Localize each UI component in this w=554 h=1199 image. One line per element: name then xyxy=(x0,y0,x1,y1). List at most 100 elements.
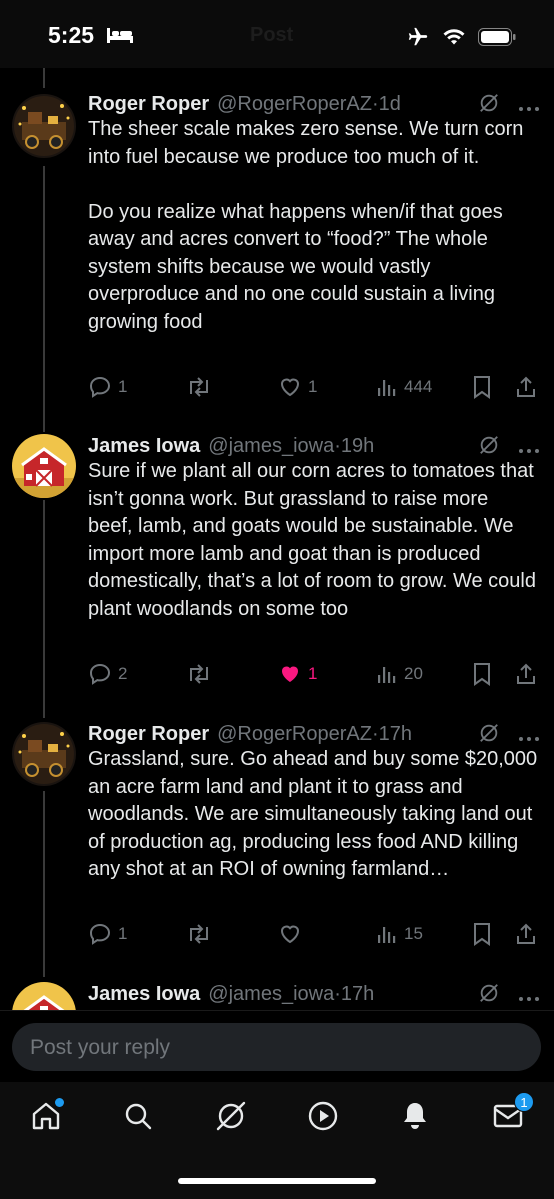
views-icon xyxy=(378,667,396,683)
tab-video[interactable] xyxy=(299,1096,347,1136)
post-actions: 1 15 xyxy=(88,919,540,949)
repost-button[interactable] xyxy=(186,919,218,949)
reply-placeholder: Post your reply xyxy=(30,1036,171,1059)
tab-messages[interactable]: 1 xyxy=(484,1092,534,1136)
post-header: James Iowa @james_iowa ·19h xyxy=(88,432,540,460)
author-handle[interactable]: @james_iowa xyxy=(208,435,334,458)
author-handle[interactable]: @RogerRoperAZ xyxy=(217,93,372,116)
reply-input[interactable]: Post your reply xyxy=(12,1023,541,1071)
more-icon[interactable] xyxy=(518,985,540,1008)
bookmark-button[interactable] xyxy=(472,659,492,689)
reply-composer: Post your reply xyxy=(0,1010,554,1082)
wifi-icon xyxy=(442,28,466,51)
post[interactable]: Roger Roper @RogerRoperAZ ·17h Grassland… xyxy=(0,720,554,960)
views-count: 20 xyxy=(404,664,423,683)
repost-icon xyxy=(190,377,208,397)
tab-search[interactable] xyxy=(114,1096,162,1136)
header-title: Post xyxy=(250,24,294,46)
views-button[interactable]: 444 xyxy=(376,372,432,402)
avatar[interactable] xyxy=(12,722,76,786)
grok-icon xyxy=(216,1101,246,1131)
author-name[interactable]: Roger Roper xyxy=(88,723,209,746)
post-actions: 1 1 444 xyxy=(88,372,540,402)
more-icon[interactable] xyxy=(518,95,540,118)
views-icon xyxy=(378,927,396,943)
bookmark-icon xyxy=(474,923,490,946)
like-count: 1 xyxy=(308,664,318,683)
airplane-icon xyxy=(406,26,430,53)
avatar[interactable] xyxy=(12,982,76,1010)
author-name[interactable]: James Iowa xyxy=(88,435,200,458)
tab-grok[interactable] xyxy=(207,1096,255,1136)
more-icon[interactable] xyxy=(518,725,540,748)
author-name[interactable]: James Iowa xyxy=(88,983,200,1006)
reply-count: 1 xyxy=(118,924,128,943)
reply-button[interactable]: 1 xyxy=(88,372,127,402)
post[interactable]: James Iowa @james_iowa ·17h xyxy=(0,980,554,1010)
reply-button[interactable]: 1 xyxy=(88,919,127,949)
author-handle[interactable]: @RogerRoperAZ xyxy=(217,723,372,746)
notification-dot xyxy=(55,1098,64,1107)
tab-notifications[interactable] xyxy=(391,1096,439,1136)
share-icon xyxy=(517,376,535,397)
views-count: 444 xyxy=(404,377,433,396)
post-text: Grassland, sure. Go ahead and buy some $… xyxy=(88,748,538,880)
repost-button[interactable] xyxy=(186,659,218,689)
repost-icon xyxy=(190,664,208,684)
reply-button[interactable]: 2 xyxy=(88,659,127,689)
bell-icon xyxy=(404,1103,426,1129)
author-name[interactable]: Roger Roper xyxy=(88,93,209,116)
thread: Roger Roper @RogerRoperAZ ·1d The sheer … xyxy=(0,68,554,1010)
post-text: Sure if we plant all our corn acres to t… xyxy=(88,460,536,620)
messages-badge: 1 xyxy=(514,1092,534,1112)
post-actions: 2 1 20 xyxy=(88,659,540,689)
post[interactable]: James Iowa @james_iowa ·19h Sure if we p… xyxy=(0,432,554,702)
share-button[interactable] xyxy=(514,659,538,689)
post[interactable]: Roger Roper @RogerRoperAZ ·1d The sheer … xyxy=(0,90,554,410)
like-button[interactable]: 1 xyxy=(278,372,317,402)
sleep-focus-icon xyxy=(106,26,134,49)
share-icon xyxy=(517,923,535,944)
thread-line xyxy=(43,68,45,88)
home-indicator[interactable] xyxy=(178,1178,376,1184)
search-icon xyxy=(125,1103,152,1130)
reply-icon xyxy=(89,923,111,945)
like-button[interactable] xyxy=(278,919,308,949)
post-time: ·19h xyxy=(334,434,375,457)
post-header: Roger Roper @RogerRoperAZ ·17h xyxy=(88,720,540,748)
views-button[interactable]: 15 xyxy=(376,919,423,949)
bookmark-icon xyxy=(474,376,490,399)
reply-count: 1 xyxy=(118,377,128,396)
status-time: 5:25 xyxy=(48,22,95,48)
author-handle[interactable]: @james_iowa xyxy=(208,983,334,1006)
post-time: ·17h xyxy=(371,722,412,745)
share-icon xyxy=(517,663,535,684)
heart-icon xyxy=(280,378,300,397)
status-bar: Post 5:25 xyxy=(0,0,554,68)
bookmark-button[interactable] xyxy=(472,372,492,402)
post-text: The sheer scale makes zero sense. We tur… xyxy=(88,118,524,333)
like-button[interactable]: 1 xyxy=(278,659,317,689)
reply-count: 2 xyxy=(118,664,128,683)
views-icon xyxy=(378,380,396,396)
heart-icon xyxy=(280,925,300,944)
share-button[interactable] xyxy=(514,919,538,949)
post-time: ·1d xyxy=(371,92,401,115)
avatar[interactable] xyxy=(12,94,76,158)
bookmark-button[interactable] xyxy=(472,919,492,949)
video-icon xyxy=(308,1101,338,1131)
views-count: 15 xyxy=(404,924,423,943)
post-header: James Iowa @james_iowa ·17h xyxy=(88,980,540,1008)
heart-filled-icon xyxy=(282,666,298,682)
more-icon[interactable] xyxy=(518,437,540,460)
repost-icon xyxy=(190,924,208,944)
post-time: ·17h xyxy=(334,982,375,1005)
views-button[interactable]: 20 xyxy=(376,659,423,689)
tab-home[interactable] xyxy=(22,1096,70,1136)
avatar[interactable] xyxy=(12,434,76,498)
battery-icon xyxy=(478,28,516,51)
share-button[interactable] xyxy=(514,372,538,402)
reply-icon xyxy=(89,663,111,685)
grok-icon[interactable] xyxy=(478,982,500,1010)
repost-button[interactable] xyxy=(186,372,218,402)
